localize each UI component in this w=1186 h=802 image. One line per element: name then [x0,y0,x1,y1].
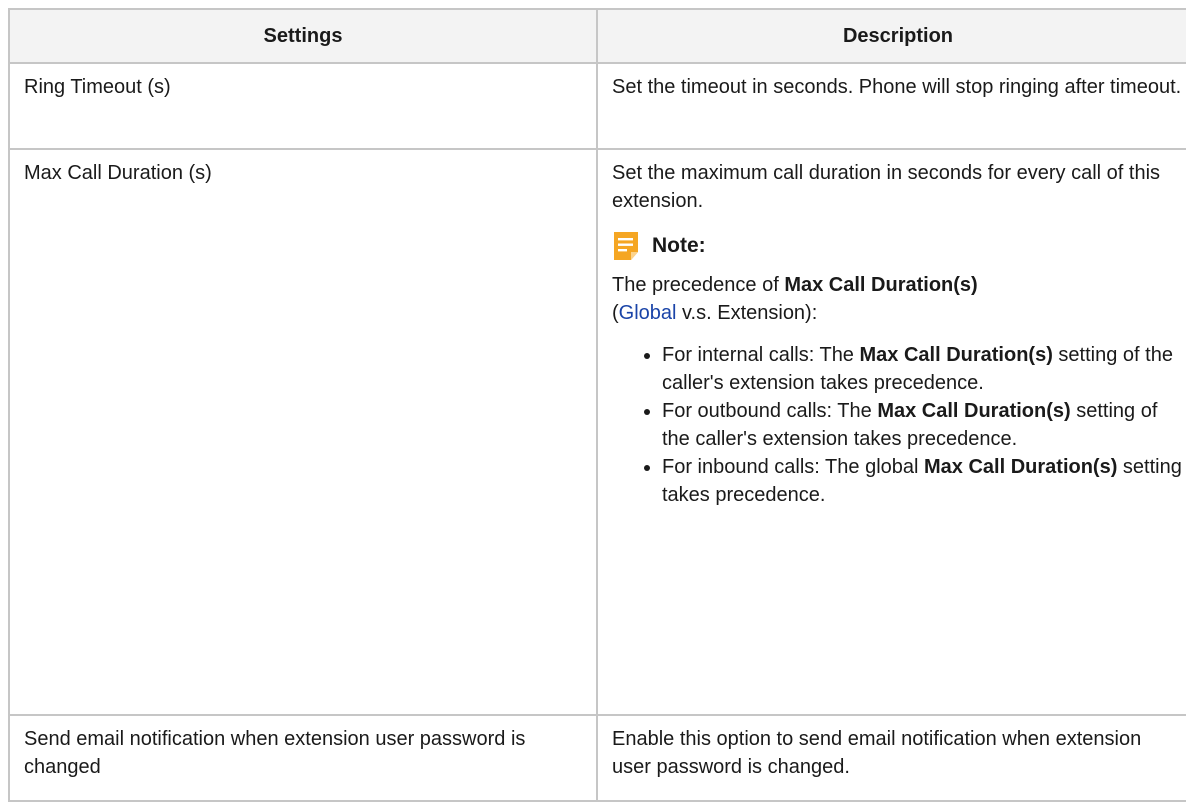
setting-description: Set the timeout in seconds. Phone will s… [596,62,1186,150]
setting-description: Enable this option to send email notific… [596,714,1186,802]
note-body: The precedence of Max Call Duration(s) (G… [612,271,1184,509]
note-intro-prefix: The precedence of [612,274,785,296]
list-item-bold: Max Call Duration(s) [859,344,1053,366]
table-row: Max Call Duration (s) Set the maximum ca… [8,148,1186,716]
note-heading: Note: [612,231,1184,261]
list-item-bold: Max Call Duration(s) [924,456,1118,478]
note-intro-bold: Max Call Duration(s) [784,274,978,296]
note-intro-suffix: v.s. Extension): [676,302,818,324]
list-item: For internal calls: The Max Call Duratio… [662,341,1184,397]
table-row: Ring Timeout (s) Set the timeout in seco… [8,62,1186,150]
header-settings: Settings [8,8,598,64]
header-description: Description [596,8,1186,64]
list-item-bold: Max Call Duration(s) [877,400,1071,422]
list-item-prefix: For internal calls: The [662,344,860,366]
table-row: Send email notification when extension u… [8,714,1186,802]
setting-name: Max Call Duration (s) [8,148,598,716]
list-item: For outbound calls: The Max Call Duratio… [662,397,1184,453]
note-icon [614,232,638,260]
list-item-prefix: For inbound calls: The global [662,456,925,478]
setting-description: Set the maximum call duration in seconds… [612,162,1161,212]
list-item: For inbound calls: The global Max Call D… [662,453,1184,509]
setting-name: Ring Timeout (s) [8,62,598,150]
setting-name: Send email notification when extension u… [8,714,598,802]
table-header-row: Settings Description [8,8,1186,64]
settings-table: Settings Description Ring Timeout (s) Se… [8,8,1186,802]
list-item-prefix: For outbound calls: The [662,400,878,422]
global-link[interactable]: Global [619,302,677,324]
setting-description-cell: Set the maximum call duration in seconds… [596,148,1186,716]
note-intro-paren: ( [612,302,619,324]
note-list: For internal calls: The Max Call Duratio… [612,341,1184,509]
note-title: Note: [652,234,706,257]
note-intro: The precedence of Max Call Duration(s) (G… [612,271,1184,327]
